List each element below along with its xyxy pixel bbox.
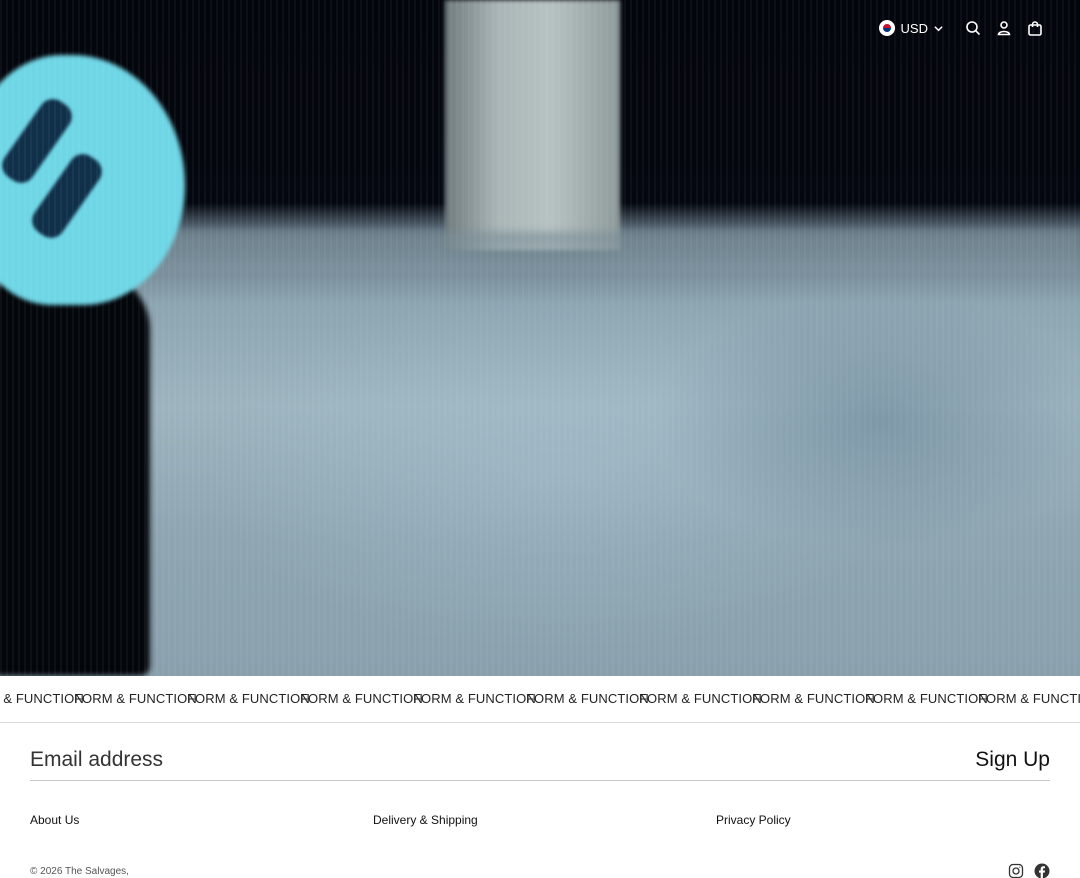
newsletter-form: Sign Up bbox=[30, 740, 1050, 781]
marquee-item: FORM & FUNCTION bbox=[74, 691, 197, 706]
footer-link-delivery-shipping[interactable]: Delivery & Shipping bbox=[373, 813, 478, 827]
marquee-item: FORM & FUNCTION bbox=[978, 691, 1080, 706]
facebook-icon[interactable] bbox=[1034, 863, 1050, 878]
marquee-item: FORM & FUNCTION bbox=[526, 691, 649, 706]
marquee-item: FORM & FUNCTION bbox=[413, 691, 536, 706]
footer-link-privacy-policy[interactable]: Privacy Policy bbox=[716, 813, 791, 827]
marquee-track: FORM & FUNCTION FORM & FUNCTION FORM & F… bbox=[0, 691, 1080, 706]
hero-horizon bbox=[120, 232, 1080, 272]
hero-figure bbox=[0, 270, 150, 676]
korea-flag-icon bbox=[878, 20, 895, 36]
social-links bbox=[1008, 863, 1050, 878]
marquee-item: FORM & FUNCTION bbox=[0, 691, 84, 706]
currency-selector[interactable]: USD bbox=[878, 20, 943, 36]
account-icon[interactable] bbox=[988, 14, 1019, 42]
marquee-item: FORM & FUNCTION bbox=[187, 691, 310, 706]
marquee-item: FORM & FUNCTION bbox=[639, 691, 762, 706]
footer-links: About Us Delivery & Shipping Privacy Pol… bbox=[30, 813, 1050, 831]
marquee-banner: FORM & FUNCTION FORM & FUNCTION FORM & F… bbox=[0, 676, 1080, 723]
marquee-item: FORM & FUNCTION bbox=[865, 691, 988, 706]
hero-video bbox=[0, 0, 1080, 676]
cart-bag-icon[interactable] bbox=[1019, 14, 1050, 42]
instagram-icon[interactable] bbox=[1008, 863, 1024, 878]
chevron-down-icon bbox=[934, 21, 943, 36]
search-icon[interactable] bbox=[957, 14, 988, 42]
hero-pillar bbox=[445, 0, 620, 250]
marquee-item: FORM & FUNCTION bbox=[752, 691, 875, 706]
marquee-item: FORM & FUNCTION bbox=[300, 691, 423, 706]
email-input[interactable] bbox=[30, 742, 830, 778]
copyright-text: © 2026 The Salvages, bbox=[30, 866, 129, 877]
footer-link-about-us[interactable]: About Us bbox=[30, 813, 79, 827]
sign-up-button[interactable]: Sign Up bbox=[975, 748, 1050, 772]
currency-label: USD bbox=[900, 20, 928, 36]
header-actions: USD bbox=[878, 14, 1050, 42]
